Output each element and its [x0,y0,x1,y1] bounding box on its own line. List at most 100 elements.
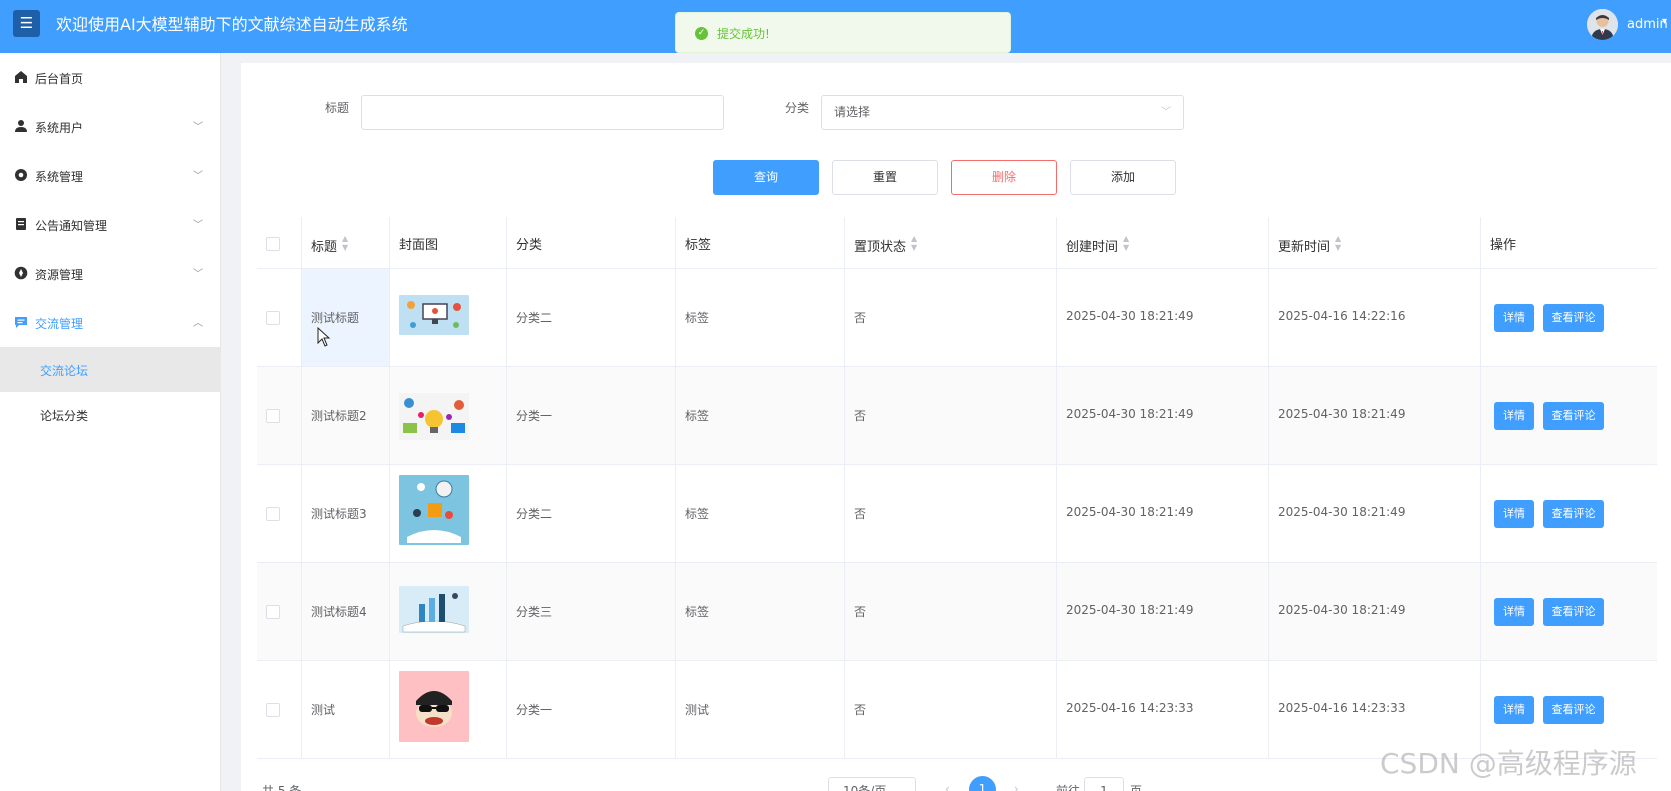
sidebar-item-label: 后台首页 [35,72,84,86]
cover-image [399,586,469,633]
view-comments-button[interactable]: 查看评论 [1543,500,1604,528]
view-comments-button[interactable]: 查看评论 [1543,402,1604,430]
row-checkbox[interactable] [266,507,280,521]
sort-icon[interactable]: ▲ ▼ [342,234,348,252]
row-tag: 标签 [685,409,710,423]
reset-button[interactable]: 重置 [832,160,938,195]
detail-button[interactable]: 详情 [1494,402,1534,430]
home-icon [15,71,27,83]
chevron-left-icon[interactable]: ‹ [945,782,950,791]
detail-button[interactable]: 详情 [1494,500,1534,528]
view-comments-button[interactable]: 查看评论 [1543,598,1604,626]
sort-icon[interactable]: ▲ ▼ [1335,234,1341,252]
sort-icon[interactable]: ▲ ▼ [1123,234,1129,252]
sidebar-subitem-forum-category[interactable]: 论坛分类 [0,392,221,437]
row-checkbox[interactable] [266,409,280,423]
detail-button[interactable]: 详情 [1494,304,1534,332]
header-cover-cell: 封面图 [390,217,507,268]
row-created: 2025-04-16 14:23:33 [1066,701,1194,715]
header-pinned: 置顶状态 [854,240,907,255]
row-category: 分类一 [516,409,553,423]
sidebar-item-label: 系统管理 [35,170,84,184]
row-updated: 2025-04-16 14:22:16 [1278,309,1406,323]
sort-icon[interactable]: ▲ ▼ [911,234,917,252]
menu-toggle-icon[interactable]: ☰ [13,10,40,37]
compass-icon [14,266,28,280]
row-pinned: 否 [854,605,867,619]
sidebar-item-label: 系统用户 [35,121,84,135]
header-pinned-cell[interactable]: 置顶状态 ▲ ▼ [845,217,1057,268]
sidebar-item-notices[interactable]: 公告通知管理 ﹀ [0,200,221,249]
sidebar-item-home[interactable]: 后台首页 [0,53,221,102]
category-select[interactable]: 请选择 ﹀ [821,95,1184,130]
row-checkbox[interactable] [266,703,280,717]
watermark: CSDN @高级程序源 [1380,747,1637,780]
category-filter-label: 分类 [785,101,810,115]
sidebar: 后台首页 系统用户 ﹀ 系统管理 ﹀ 公告通知管理 ﹀ 资源管理 ﹀ 交流管理 … [0,53,221,791]
detail-button[interactable]: 详情 [1494,696,1534,724]
sidebar-subitem-forum[interactable]: 交流论坛 [0,347,221,392]
category-select-placeholder: 请选择 [834,105,871,119]
row-tag: 测试 [685,703,710,717]
table-row: 测试标题 分类二 标签 否 2025-04-30 18:21:49 2025-0… [257,269,1657,367]
view-comments-button[interactable]: 查看评论 [1543,304,1604,332]
row-category: 分类二 [516,311,553,325]
chevron-down-icon: ﹀ [193,171,203,182]
row-updated: 2025-04-30 18:21:49 [1278,505,1406,519]
row-title: 测试标题4 [311,605,367,619]
check-circle-icon: ✓ [695,27,708,40]
header-actions-cell: 操作 [1481,217,1657,268]
sidebar-item-exchange[interactable]: 交流管理 ︿ [0,298,221,347]
header-tag-cell: 标签 [676,217,845,268]
delete-button[interactable]: 删除 [951,160,1057,195]
sidebar-item-label: 交流管理 [35,317,84,331]
chevron-right-icon[interactable]: › [1014,782,1019,791]
header-title: 标题 [311,240,338,255]
header-actions: 操作 [1490,238,1517,253]
goto-suffix: 页 [1130,784,1143,791]
row-created: 2025-04-30 18:21:49 [1066,309,1194,323]
row-checkbox[interactable] [266,311,280,325]
chevron-down-icon: ﹀ [193,220,203,231]
row-category: 分类二 [516,507,553,521]
row-tag: 标签 [685,507,710,521]
row-title: 测试 [311,703,336,717]
chevron-down-icon: ﹀ [193,269,203,280]
page-size-select[interactable]: 10条/页 [828,777,916,791]
cover-image [399,475,469,545]
header-updated: 更新时间 [1278,240,1331,255]
row-category: 分类一 [516,703,553,717]
goto-page-input[interactable]: 1 [1084,777,1124,791]
row-pinned: 否 [854,703,867,717]
pagination-total: 共 5 条 [262,784,302,791]
avatar[interactable] [1587,9,1618,40]
chevron-down-icon[interactable]: ▾ [1662,16,1667,27]
row-title: 测试标题3 [311,507,367,521]
sidebar-item-users[interactable]: 系统用户 ﹀ [0,102,221,151]
chat-icon [15,317,27,328]
title-filter-input[interactable] [361,95,724,130]
header-tag: 标签 [685,238,712,253]
header-created-cell[interactable]: 创建时间 ▲ ▼ [1057,217,1269,268]
sidebar-item-system[interactable]: 系统管理 ﹀ [0,151,221,200]
select-all-checkbox[interactable] [266,237,280,251]
sidebar-item-resources[interactable]: 资源管理 ﹀ [0,249,221,298]
header-title-cell[interactable]: 标题 ▲ ▼ [302,217,390,268]
header-category-cell: 分类 [507,217,676,268]
header-updated-cell[interactable]: 更新时间 ▲ ▼ [1269,217,1481,268]
header-cover: 封面图 [399,238,439,253]
row-tag: 标签 [685,605,710,619]
cover-image [399,393,469,440]
title-filter-label: 标题 [325,101,350,115]
user-icon [15,120,27,132]
header-category: 分类 [516,238,543,253]
add-button[interactable]: 添加 [1070,160,1176,195]
query-button[interactable]: 查询 [713,160,819,195]
row-created: 2025-04-30 18:21:49 [1066,603,1194,617]
sidebar-subitem-label: 交流论坛 [40,364,89,378]
view-comments-button[interactable]: 查看评论 [1543,696,1604,724]
sidebar-item-label: 公告通知管理 [35,219,108,233]
row-checkbox[interactable] [266,605,280,619]
header-created: 创建时间 [1066,240,1119,255]
detail-button[interactable]: 详情 [1494,598,1534,626]
